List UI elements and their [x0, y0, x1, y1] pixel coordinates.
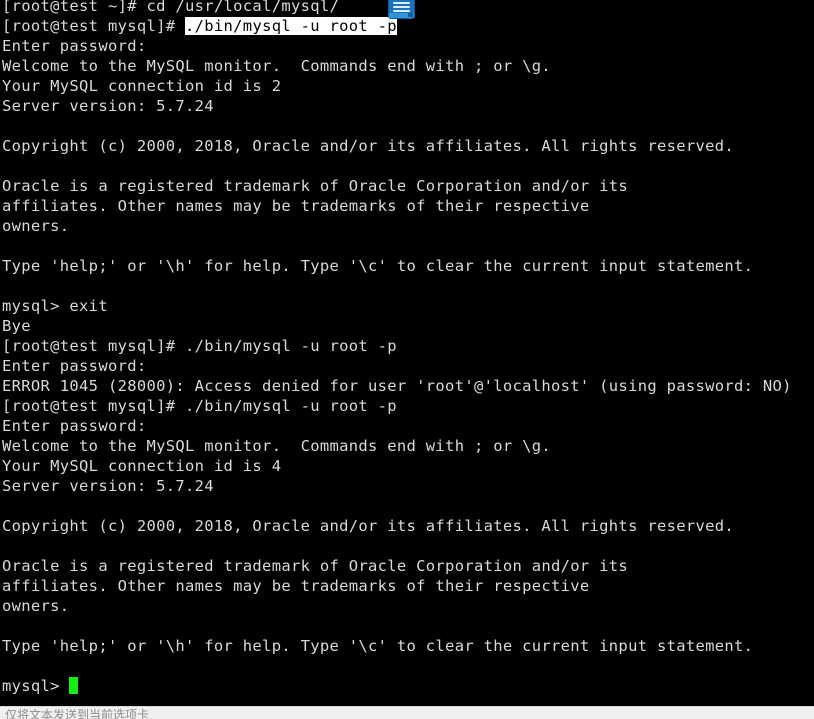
terminal-line: Copyright (c) 2000, 2018, Oracle and/or … — [2, 517, 735, 535]
terminal-line-selected[interactable]: [root@test mysql]# ./bin/mysql -u root -… — [0, 16, 814, 36]
terminal-line: Oracle is a registered trademark of Orac… — [2, 177, 629, 195]
terminal-line: Bye — [2, 317, 31, 335]
terminal-line: Enter password: — [2, 357, 147, 375]
notes-icon-corner — [408, 13, 413, 17]
mysql-prompt-label: mysql> — [2, 677, 70, 695]
terminal-window: [root@test ~]# cd /usr/local/mysql/ [roo… — [0, 0, 814, 719]
terminal-prompt-line[interactable]: mysql> — [0, 676, 814, 696]
terminal-line: Welcome to the MySQL monitor. Commands e… — [2, 57, 552, 75]
status-bar: 仅将文本发送到当前选项卡 — [0, 706, 814, 719]
terminal-line: Server version: 5.7.24 — [2, 97, 214, 115]
terminal-line: Oracle is a registered trademark of Orac… — [2, 557, 629, 575]
terminal-line: Enter password: — [2, 37, 147, 55]
terminal-line-command: [root@test mysql]# ./bin/mysql -u root -… — [2, 397, 397, 415]
terminal-line: affiliates. Other names may be trademark… — [2, 577, 590, 595]
terminal-line: Type 'help;' or '\h' for help. Type '\c'… — [2, 257, 754, 275]
notes-icon-line — [393, 10, 410, 12]
notes-document-icon[interactable] — [389, 0, 414, 18]
status-bar-text: 仅将文本发送到当前选项卡 — [5, 708, 150, 719]
terminal-line: Your MySQL connection id is 4 — [2, 457, 282, 475]
terminal-line-command: mysql> exit — [2, 297, 108, 315]
terminal-line: Copyright (c) 2000, 2018, Oracle and/or … — [2, 137, 735, 155]
notes-icon-line — [393, 2, 410, 4]
terminal-screen[interactable]: [root@test ~]# cd /usr/local/mysql/ [roo… — [0, 0, 814, 706]
notes-icon-line — [393, 6, 410, 8]
terminal-line: owners. — [2, 597, 70, 615]
terminal-line-command: [root@test mysql]# ./bin/mysql -u root -… — [2, 337, 397, 355]
terminal-line: Welcome to the MySQL monitor. Commands e… — [2, 437, 552, 455]
terminal-line: Type 'help;' or '\h' for help. Type '\c'… — [2, 637, 754, 655]
text-cursor[interactable] — [69, 677, 79, 694]
terminal-line: Enter password: — [2, 417, 147, 435]
terminal-line: Server version: 5.7.24 — [2, 477, 214, 495]
terminal-line: affiliates. Other names may be trademark… — [2, 197, 590, 215]
terminal-line-error: ERROR 1045 (28000): Access denied for us… — [2, 377, 792, 395]
terminal-line: owners. — [2, 217, 70, 235]
terminal-prompt: [root@test mysql]# — [2, 17, 186, 35]
terminal-output: [root@test ~]# cd /usr/local/mysql/ [roo… — [0, 0, 814, 696]
terminal-selection[interactable]: ./bin/mysql -u root -p — [185, 17, 397, 35]
terminal-line: Your MySQL connection id is 2 — [2, 77, 282, 95]
